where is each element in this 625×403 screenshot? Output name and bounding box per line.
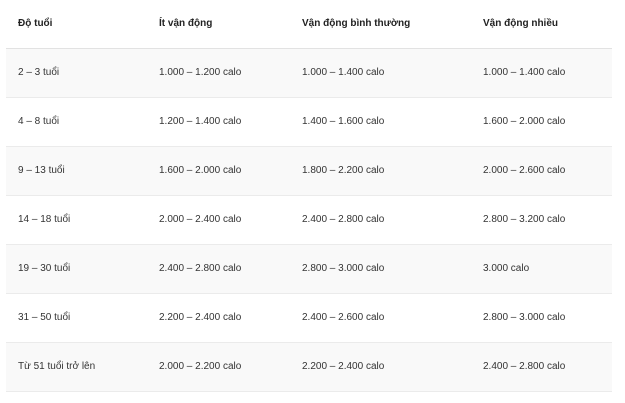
table-row: 31 – 50 tuổi 2.200 – 2.400 calo 2.400 – 2.… — [6, 293, 612, 343]
table-row: 9 – 13 tuổi 1.600 – 2.000 calo 1.800 – 2.2… — [6, 146, 612, 196]
table-row: 14 – 18 tuổi 2.000 – 2.400 calo 2.400 – 2.… — [6, 195, 612, 245]
cell-normal-activity: 2.400 – 2.800 calo — [290, 195, 471, 245]
cell-high-activity: 2.400 – 2.800 calo — [471, 342, 612, 392]
cell-low-activity: 2.000 – 2.400 calo — [147, 195, 290, 245]
cell-low-activity: 2.200 – 2.400 calo — [147, 293, 290, 343]
cell-normal-activity: 1.400 – 1.600 calo — [290, 97, 471, 147]
cell-high-activity: 2.000 – 2.600 calo — [471, 146, 612, 196]
cell-age: 4 – 8 tuổi — [6, 97, 147, 147]
table-row: Từ 51 tuổi trở lên 2.000 – 2.200 calo 2.20… — [6, 342, 612, 392]
cell-low-activity: 1.000 – 1.200 calo — [147, 48, 290, 98]
cell-low-activity: 1.600 – 2.000 calo — [147, 146, 290, 196]
cell-age: 9 – 13 tuổi — [6, 146, 147, 196]
table-header: Độ tuổi Ít vận động Vận động bình thường… — [6, 0, 612, 49]
header-age: Độ tuổi — [6, 0, 147, 49]
header-normal-activity: Vận động bình thường — [290, 0, 471, 49]
cell-high-activity: 2.800 – 3.000 calo — [471, 293, 612, 343]
cell-normal-activity: 1.800 – 2.200 calo — [290, 146, 471, 196]
table-row: 4 – 8 tuổi 1.200 – 1.400 calo 1.400 – 1.60… — [6, 97, 612, 147]
table-body: 2 – 3 tuổi 1.000 – 1.200 calo 1.000 – 1.40… — [6, 48, 612, 392]
cell-high-activity: 1.000 – 1.400 calo — [471, 48, 612, 98]
cell-normal-activity: 2.400 – 2.600 calo — [290, 293, 471, 343]
cell-normal-activity: 1.000 – 1.400 calo — [290, 48, 471, 98]
header-high-activity: Vận động nhiều — [471, 0, 612, 49]
cell-high-activity: 3.000 calo — [471, 244, 612, 294]
cell-age: 14 – 18 tuổi — [6, 195, 147, 245]
header-row: Độ tuổi Ít vận động Vận động bình thường… — [6, 0, 612, 49]
cell-age: Từ 51 tuổi trở lên — [6, 342, 147, 392]
page: Độ tuổi Ít vận động Vận động bình thường… — [0, 0, 625, 403]
cell-age: 31 – 50 tuổi — [6, 293, 147, 343]
cell-low-activity: 2.400 – 2.800 calo — [147, 244, 290, 294]
cell-age: 2 – 3 tuổi — [6, 48, 147, 98]
header-low-activity: Ít vận động — [147, 0, 290, 49]
table-row: 2 – 3 tuổi 1.000 – 1.200 calo 1.000 – 1.40… — [6, 48, 612, 98]
calorie-table: Độ tuổi Ít vận động Vận động bình thường… — [6, 0, 612, 392]
cell-high-activity: 1.600 – 2.000 calo — [471, 97, 612, 147]
cell-normal-activity: 2.200 – 2.400 calo — [290, 342, 471, 392]
cell-low-activity: 1.200 – 1.400 calo — [147, 97, 290, 147]
cell-low-activity: 2.000 – 2.200 calo — [147, 342, 290, 392]
table-row: 19 – 30 tuổi 2.400 – 2.800 calo 2.800 – 3.… — [6, 244, 612, 294]
cell-age: 19 – 30 tuổi — [6, 244, 147, 294]
cell-normal-activity: 2.800 – 3.000 calo — [290, 244, 471, 294]
cell-high-activity: 2.800 – 3.200 calo — [471, 195, 612, 245]
